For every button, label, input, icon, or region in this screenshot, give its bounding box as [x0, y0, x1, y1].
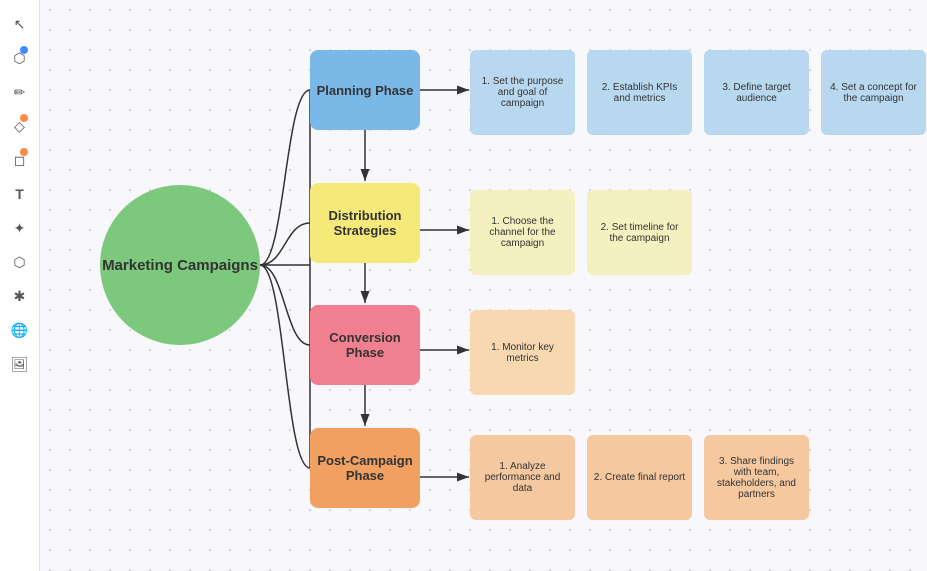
planning-card-3-label: 3. Define target audience — [710, 82, 803, 104]
sidebar: ↖ ⬡ ✏ ◇ ◻ T ✦ ⬡ ✱ 🌐 🖼 — [0, 0, 40, 571]
dot-orange-1 — [20, 114, 28, 122]
planning-card-3[interactable]: 3. Define target audience — [704, 50, 809, 135]
canvas: Marketing Campaigns Planning Phase Distr… — [40, 0, 927, 571]
planning-card-1[interactable]: 1. Set the purpose and goal of campaign — [470, 50, 575, 135]
distribution-card-1-label: 1. Choose the channel for the campaign — [476, 216, 569, 249]
phase-distribution[interactable]: Distribution Strategies — [310, 183, 420, 263]
conversion-card-1[interactable]: 1. Monitor key metrics — [470, 310, 575, 395]
planning-card-2-label: 2. Establish KPIs and metrics — [593, 82, 686, 104]
conversion-card-1-label: 1. Monitor key metrics — [476, 342, 569, 364]
settings-icon[interactable]: ✱ — [6, 282, 34, 310]
postcampaign-card-3-label: 3. Share findings with team, stakeholder… — [710, 456, 803, 500]
network-icon[interactable]: ⬡ — [6, 248, 34, 276]
postcampaign-card-3[interactable]: 3. Share findings with team, stakeholder… — [704, 435, 809, 520]
phase-conversion-label: Conversion Phase — [310, 330, 420, 360]
pen-icon[interactable]: ✏ — [6, 78, 34, 106]
planning-card-2[interactable]: 2. Establish KPIs and metrics — [587, 50, 692, 135]
dot-orange-2 — [20, 148, 28, 156]
center-node-label: Marketing Campaigns — [102, 257, 258, 274]
postcampaign-card-2[interactable]: 2. Create final report — [587, 435, 692, 520]
phase-conversion[interactable]: Conversion Phase — [310, 305, 420, 385]
text-icon[interactable]: T — [6, 180, 34, 208]
cursor-icon[interactable]: ↖ — [6, 10, 34, 38]
phase-postcampaign[interactable]: Post-Campaign Phase — [310, 428, 420, 508]
phase-planning-label: Planning Phase — [317, 83, 414, 98]
planning-card-4[interactable]: 4. Set a concept for the campaign — [821, 50, 926, 135]
image-icon[interactable]: 🖼 — [6, 350, 34, 378]
planning-card-1-label: 1. Set the purpose and goal of campaign — [476, 76, 569, 109]
postcampaign-card-1[interactable]: 1. Analyze performance and data — [470, 435, 575, 520]
phase-postcampaign-label: Post-Campaign Phase — [310, 453, 420, 483]
center-node: Marketing Campaigns — [100, 185, 260, 345]
distribution-card-2[interactable]: 2. Set timeline for the campaign — [587, 190, 692, 275]
phase-planning[interactable]: Planning Phase — [310, 50, 420, 130]
globe-icon[interactable]: 🌐 — [6, 316, 34, 344]
dot-blue — [20, 46, 28, 54]
phase-distribution-label: Distribution Strategies — [310, 208, 420, 238]
star-icon[interactable]: ✦ — [6, 214, 34, 242]
distribution-card-2-label: 2. Set timeline for the campaign — [593, 222, 686, 244]
distribution-card-1[interactable]: 1. Choose the channel for the campaign — [470, 190, 575, 275]
postcampaign-card-2-label: 2. Create final report — [594, 472, 685, 483]
postcampaign-card-1-label: 1. Analyze performance and data — [476, 461, 569, 494]
planning-card-4-label: 4. Set a concept for the campaign — [827, 82, 920, 104]
